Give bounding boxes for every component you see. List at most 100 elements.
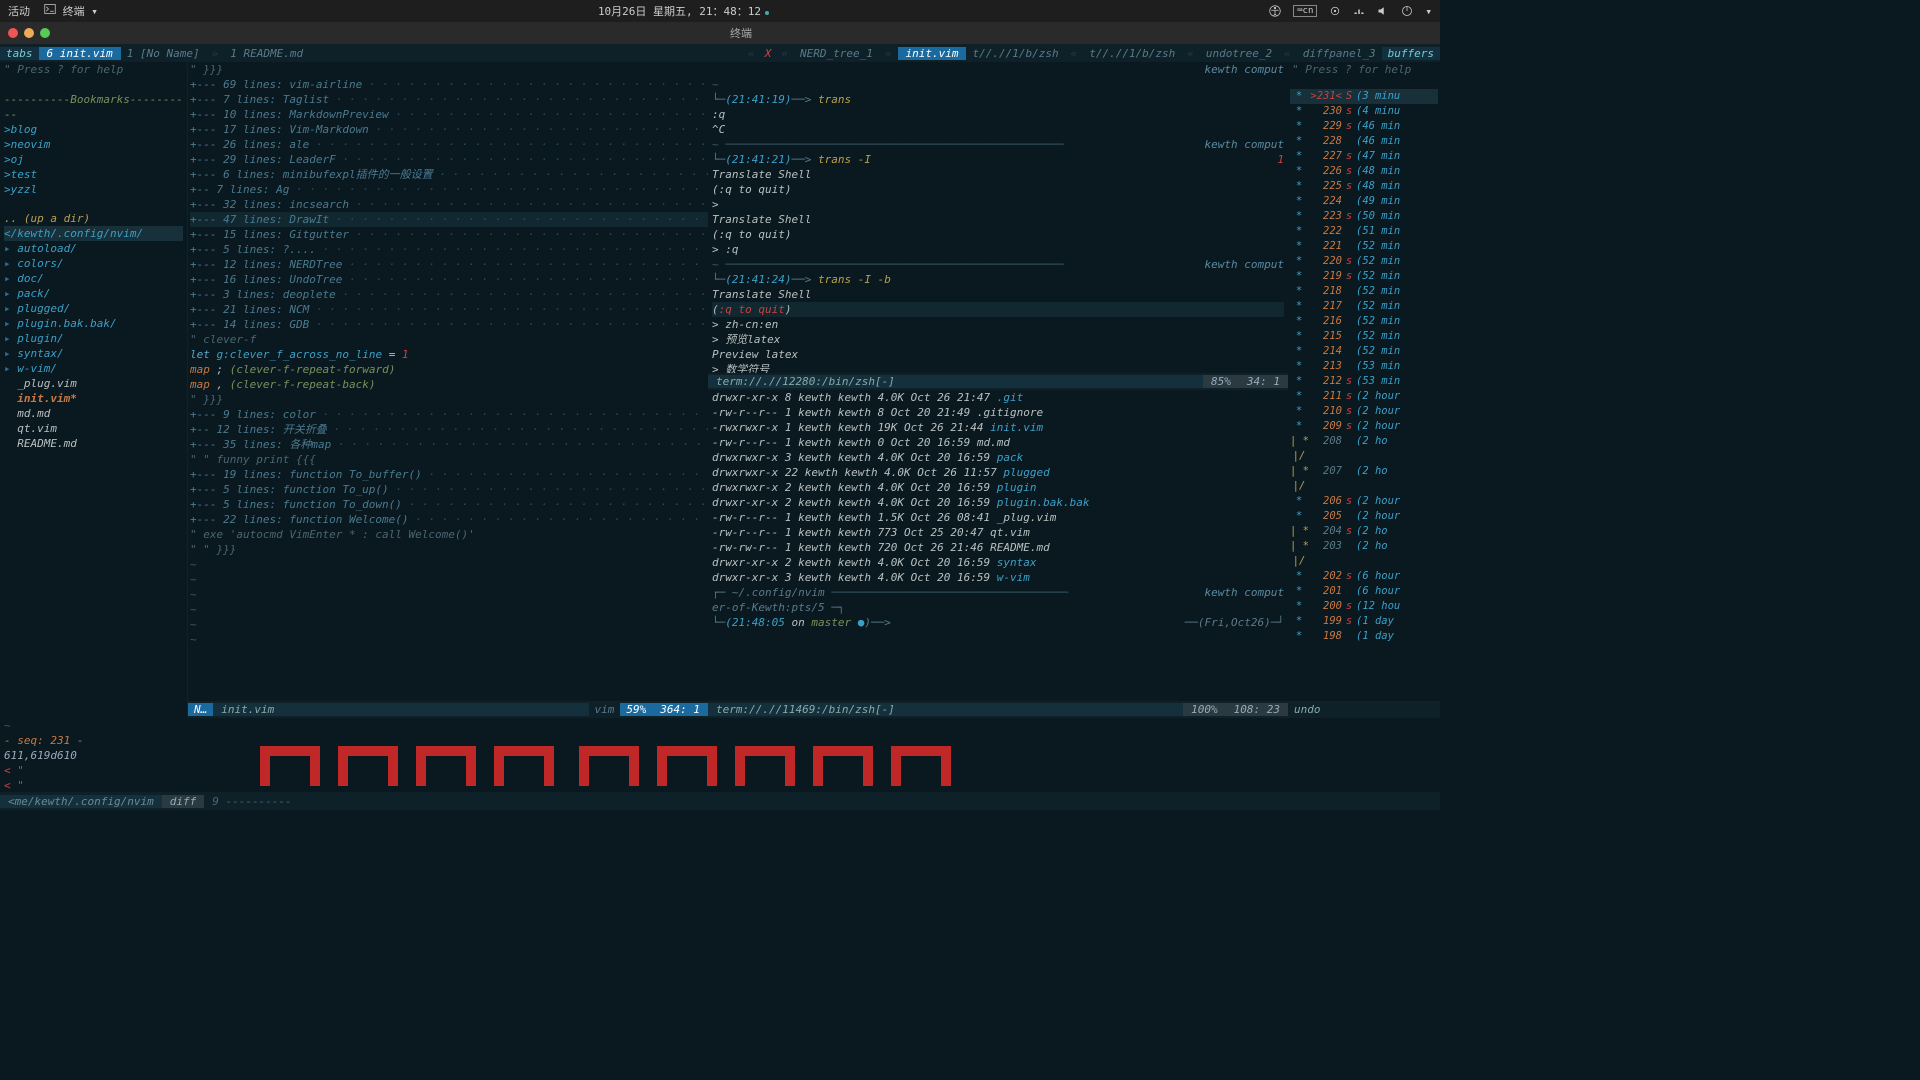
minimize-icon[interactable] bbox=[24, 28, 34, 38]
fold-line[interactable]: +--- 10 lines: MarkdownPreview · · · · ·… bbox=[190, 107, 708, 122]
fold-line[interactable]: +--- 15 lines: Gitgutter · · · · · · · ·… bbox=[190, 227, 708, 242]
dir-item[interactable]: ▸ plugin.bak.bak/ bbox=[4, 316, 183, 331]
undo-row[interactable]: *199s (1 day bbox=[1290, 614, 1438, 629]
fold-line[interactable]: +--- 3 lines: deoplete · · · · · · · · ·… bbox=[190, 287, 708, 302]
buf-init-vim[interactable]: init.vim bbox=[898, 47, 967, 60]
undo-row[interactable]: | *204s (2 ho bbox=[1290, 524, 1438, 539]
power-icon[interactable] bbox=[1401, 5, 1413, 17]
undo-row[interactable]: *225s (48 min bbox=[1290, 179, 1438, 194]
undo-row[interactable]: *205 (2 hour bbox=[1290, 509, 1438, 524]
undo-row[interactable]: *209s (2 hour bbox=[1290, 419, 1438, 434]
undo-row[interactable]: |/ bbox=[1290, 479, 1438, 494]
fold-line[interactable]: +--- 22 lines: function Welcome() · · · … bbox=[190, 512, 708, 527]
system-menu-chevron[interactable]: ▾ bbox=[1425, 5, 1432, 18]
undo-row[interactable]: *213 (53 min bbox=[1290, 359, 1438, 374]
tab-init-vim[interactable]: 6 init.vim bbox=[39, 47, 121, 60]
buf-undotree[interactable]: undotree_2 bbox=[1200, 47, 1278, 60]
terminal-lower[interactable]: drwxr-xr-x 8 kewth kewth 4.0K Oct 26 21:… bbox=[708, 390, 1288, 701]
buf-nerdtree[interactable]: NERD_tree_1 bbox=[794, 47, 879, 60]
undo-row[interactable]: *223s (50 min bbox=[1290, 209, 1438, 224]
file-item[interactable]: README.md bbox=[4, 436, 183, 451]
fold-line[interactable]: +--- 26 lines: ale · · · · · · · · · · ·… bbox=[190, 137, 708, 152]
terminal-app-indicator[interactable]: 终端 ▾ bbox=[44, 3, 98, 19]
file-item[interactable]: _plug.vim bbox=[4, 376, 183, 391]
undo-row[interactable]: *226s (48 min bbox=[1290, 164, 1438, 179]
undo-row[interactable]: *198 (1 day bbox=[1290, 629, 1438, 644]
fold-line[interactable]: +--- 12 lines: NERDTree · · · · · · · · … bbox=[190, 257, 708, 272]
fold-line[interactable]: +--- 19 lines: function To_buffer() · · … bbox=[190, 467, 708, 482]
bookmark-neovim[interactable]: >neovim bbox=[4, 137, 183, 152]
fold-line[interactable]: +--- 16 lines: UndoTree · · · · · · · · … bbox=[190, 272, 708, 287]
fold-line[interactable]: +--- 9 lines: color · · · · · · · · · · … bbox=[190, 407, 708, 422]
code-pane[interactable]: " }}}+--- 69 lines: vim-airline · · · · … bbox=[188, 62, 708, 718]
dir-item[interactable]: ▸ plugged/ bbox=[4, 301, 183, 316]
fold-line[interactable]: +--- 6 lines: minibufexpl插件的一般设置 · · · ·… bbox=[190, 167, 708, 182]
undo-row[interactable]: | *208 (2 ho bbox=[1290, 434, 1438, 449]
undo-row[interactable]: *200s (12 hou bbox=[1290, 599, 1438, 614]
undo-row[interactable]: *215 (52 min bbox=[1290, 329, 1438, 344]
network-icon[interactable] bbox=[1353, 5, 1365, 17]
undotree-pane[interactable]: " Press ? for help *>231<S (3 minu*230s … bbox=[1288, 62, 1440, 718]
close-buffer-icon[interactable]: X bbox=[761, 47, 776, 60]
fold-line[interactable]: +--- 47 lines: DrawIt · · · · · · · · · … bbox=[190, 212, 708, 227]
bookmark-yzzl[interactable]: >yzzl bbox=[4, 182, 183, 197]
undo-row[interactable]: *211s (2 hour bbox=[1290, 389, 1438, 404]
bookmark-oj[interactable]: >oj bbox=[4, 152, 183, 167]
fold-line[interactable]: +-- 7 lines: Ag · · · · · · · · · · · · … bbox=[190, 182, 708, 197]
accessibility-icon[interactable] bbox=[1269, 5, 1281, 17]
dir-item[interactable]: ▸ pack/ bbox=[4, 286, 183, 301]
bookmark-blog[interactable]: >blog bbox=[4, 122, 183, 137]
location-icon[interactable] bbox=[1329, 5, 1341, 17]
undo-row[interactable]: *222 (51 min bbox=[1290, 224, 1438, 239]
buf-zsh-2[interactable]: t//.//1/b/zsh bbox=[1083, 47, 1181, 60]
undo-row[interactable]: *218 (52 min bbox=[1290, 284, 1438, 299]
nerd-root[interactable]: </kewth/.config/nvim/ bbox=[4, 226, 183, 241]
undo-row[interactable]: *>231<S (3 minu bbox=[1290, 89, 1438, 104]
dir-item[interactable]: ▸ doc/ bbox=[4, 271, 183, 286]
undo-row[interactable]: *210s (2 hour bbox=[1290, 404, 1438, 419]
volume-icon[interactable] bbox=[1377, 5, 1389, 17]
undo-row[interactable]: | *207 (2 ho bbox=[1290, 464, 1438, 479]
fold-line[interactable]: +--- 29 lines: LeaderF · · · · · · · · ·… bbox=[190, 152, 708, 167]
window-controls[interactable] bbox=[8, 28, 50, 38]
fold-line[interactable]: +--- 69 lines: vim-airline · · · · · · ·… bbox=[190, 77, 708, 92]
undo-row[interactable]: |/ bbox=[1290, 554, 1438, 569]
command-line[interactable]: <me/kewth/.config/nvim diff 9 ---------- bbox=[0, 792, 1440, 810]
fold-line[interactable]: +--- 35 lines: 各种map · · · · · · · · · ·… bbox=[190, 437, 708, 452]
fold-line[interactable]: +--- 5 lines: function To_up() · · · · ·… bbox=[190, 482, 708, 497]
undo-row[interactable]: | *203 (2 ho bbox=[1290, 539, 1438, 554]
fold-line[interactable]: +--- 32 lines: incsearch · · · · · · · ·… bbox=[190, 197, 708, 212]
maximize-icon[interactable] bbox=[40, 28, 50, 38]
file-item[interactable]: init.vim* bbox=[4, 391, 183, 406]
input-method[interactable]: ⌨cn bbox=[1293, 5, 1317, 17]
tab-noname[interactable]: 1 [No Name] bbox=[121, 47, 206, 60]
undo-row[interactable]: |/ bbox=[1290, 449, 1438, 464]
fold-line[interactable]: +--- 5 lines: function To_down() · · · ·… bbox=[190, 497, 708, 512]
undo-row[interactable]: *229s (46 min bbox=[1290, 119, 1438, 134]
nerdtree-pane[interactable]: " Press ? for help ----------Bookmarks--… bbox=[0, 62, 188, 718]
buf-diffpanel[interactable]: diffpanel_3 bbox=[1297, 47, 1382, 60]
undo-row[interactable]: *201 (6 hour bbox=[1290, 584, 1438, 599]
dir-item[interactable]: ▸ plugin/ bbox=[4, 331, 183, 346]
fold-line[interactable]: +--- 14 lines: GDB · · · · · · · · · · ·… bbox=[190, 317, 708, 332]
undo-row[interactable]: *212s (53 min bbox=[1290, 374, 1438, 389]
file-item[interactable]: qt.vim bbox=[4, 421, 183, 436]
dir-item[interactable]: ▸ autoload/ bbox=[4, 241, 183, 256]
undo-row[interactable]: *219s (52 min bbox=[1290, 269, 1438, 284]
undo-row[interactable]: *216 (52 min bbox=[1290, 314, 1438, 329]
tab-readme[interactable]: 1 README.md bbox=[224, 47, 309, 60]
dir-item[interactable]: ▸ syntax/ bbox=[4, 346, 183, 361]
activities-button[interactable]: 活动 bbox=[8, 3, 30, 19]
undo-row[interactable]: *206s (2 hour bbox=[1290, 494, 1438, 509]
undo-row[interactable]: *202s (6 hour bbox=[1290, 569, 1438, 584]
undo-row[interactable]: *224 (49 min bbox=[1290, 194, 1438, 209]
buf-zsh-1[interactable]: t//.//1/b/zsh bbox=[966, 47, 1064, 60]
file-item[interactable]: md.md bbox=[4, 406, 183, 421]
undo-row[interactable]: *220s (52 min bbox=[1290, 254, 1438, 269]
bookmark-test[interactable]: >test bbox=[4, 167, 183, 182]
fold-line[interactable]: +--- 5 lines: ?.... · · · · · · · · · · … bbox=[190, 242, 708, 257]
undo-row[interactable]: *227s (47 min bbox=[1290, 149, 1438, 164]
close-icon[interactable] bbox=[8, 28, 18, 38]
dir-item[interactable]: ▸ colors/ bbox=[4, 256, 183, 271]
undo-row[interactable]: *230s (4 minu bbox=[1290, 104, 1438, 119]
